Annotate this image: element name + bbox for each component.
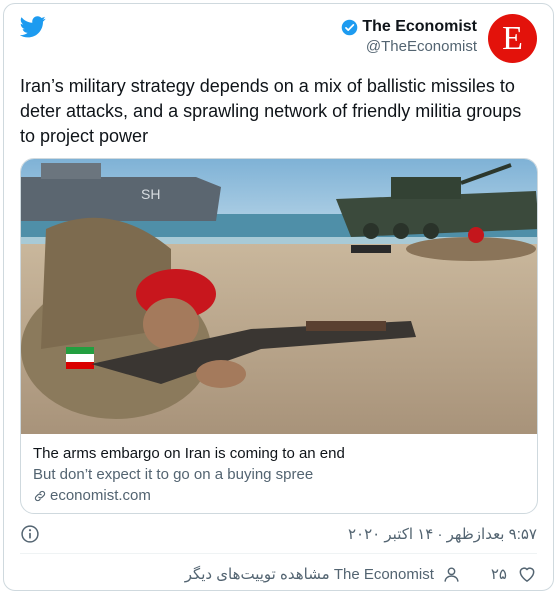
- tweet-timestamp[interactable]: ۹:۵۷ بعدازظهر · ۱۴ اکتبر ۲۰۲۰: [348, 525, 537, 543]
- like-button[interactable]: ۲۵: [491, 564, 537, 584]
- avatar-letter: E: [502, 19, 523, 57]
- link-meta: The arms embargo on Iran is coming to an…: [33, 444, 525, 506]
- author-handle[interactable]: @TheEconomist: [341, 38, 477, 55]
- link-icon: [34, 490, 46, 501]
- link-domain-row: economist.com: [33, 485, 525, 506]
- more-tweets-link[interactable]: مشاهده توییت‌های دیگر The Economist: [185, 565, 461, 584]
- person-icon: [444, 566, 459, 582]
- verified-badge-icon: [342, 19, 358, 35]
- avatar[interactable]: E: [488, 14, 537, 63]
- ship-hull-number: SH: [141, 186, 160, 202]
- link-preview-card[interactable]: SH The arms embargo on Iran is coming to…: [20, 158, 538, 514]
- link-description: But don’t expect it to go on a buying sp…: [33, 466, 314, 483]
- heart-icon[interactable]: [517, 564, 537, 584]
- twitter-bird-icon[interactable]: [20, 16, 46, 38]
- tweet-meta-row: ۹:۵۷ بعدازظهر · ۱۴ اکتبر ۲۰۲۰: [20, 520, 537, 548]
- tweet-action-row: مشاهده توییت‌های دیگر The Economist ۲۵: [20, 560, 537, 588]
- link-title[interactable]: The arms embargo on Iran is coming to an…: [33, 444, 525, 464]
- author-name[interactable]: The Economist: [362, 18, 477, 36]
- link-domain: economist.com: [50, 487, 151, 504]
- more-tweets-label[interactable]: مشاهده توییت‌های دیگر The Economist: [185, 565, 434, 583]
- like-count: ۲۵: [490, 566, 507, 583]
- article-image[interactable]: SH: [21, 159, 538, 434]
- info-icon[interactable]: [20, 524, 40, 544]
- author-info[interactable]: The Economist @TheEconomist: [341, 18, 477, 55]
- tweet-text: Iran’s military strategy depends on a mi…: [20, 76, 522, 146]
- divider: [20, 553, 537, 554]
- tweet-embed-card: The Economist @TheEconomist E Iran’s mil…: [3, 3, 554, 591]
